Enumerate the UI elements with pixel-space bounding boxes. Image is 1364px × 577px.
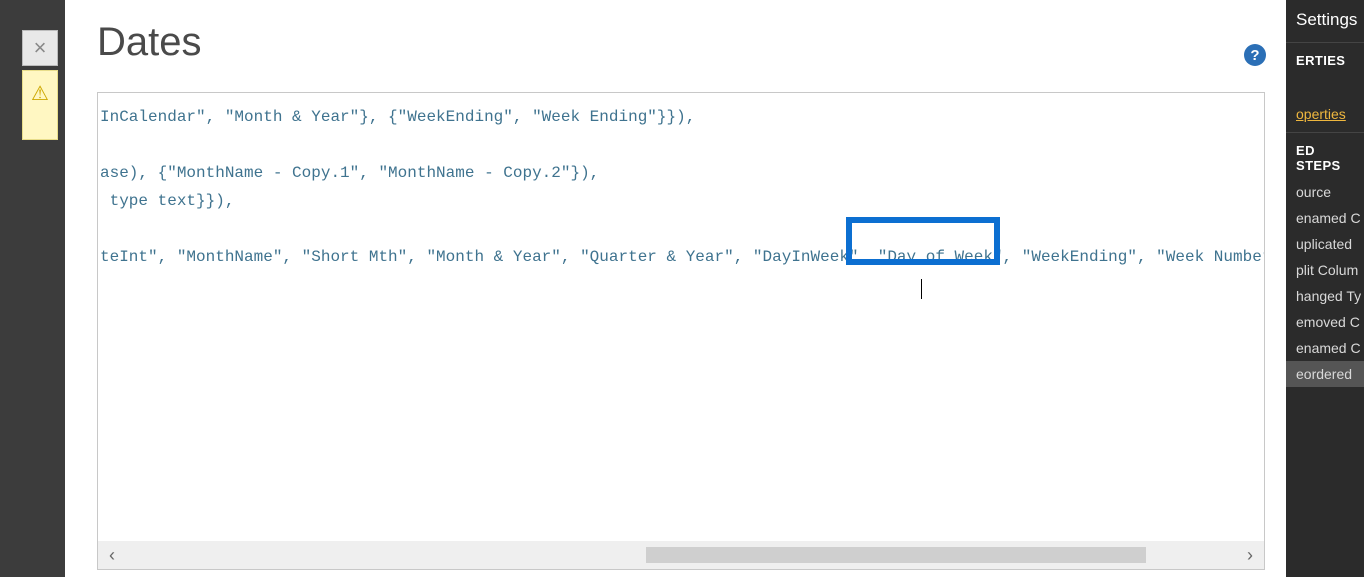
warning-icon: ⚠	[31, 81, 49, 106]
properties-heading: ERTIES	[1286, 43, 1364, 74]
advanced-editor[interactable]: InCalendar", "Month & Year"}, {"WeekEndi…	[98, 93, 1264, 541]
all-properties-link[interactable]: operties	[1286, 100, 1364, 132]
scroll-right-arrow-icon[interactable]: ›	[1236, 541, 1264, 569]
applied-step[interactable]: ource	[1286, 179, 1364, 205]
scroll-track[interactable]	[126, 547, 1236, 563]
advanced-editor-frame: InCalendar", "Month & Year"}, {"WeekEndi…	[97, 92, 1265, 570]
applied-step[interactable]: uplicated	[1286, 231, 1364, 257]
left-rail: × ⚠	[0, 0, 65, 577]
close-icon: ×	[34, 37, 47, 59]
applied-step[interactable]: hanged Ty	[1286, 283, 1364, 309]
code-line: InCalendar", "Month & Year"}, {"WeekEndi…	[100, 108, 695, 126]
main-area: Dates ? InCalendar", "Month & Year"}, {"…	[65, 0, 1286, 577]
applied-step[interactable]: emoved C	[1286, 309, 1364, 335]
help-icon[interactable]: ?	[1244, 44, 1266, 66]
code-line: ase), {"MonthName - Copy.1", "MonthName …	[100, 164, 599, 182]
applied-steps-heading: ED STEPS	[1286, 133, 1364, 179]
properties-name	[1286, 74, 1364, 100]
applied-step[interactable]: enamed C	[1286, 205, 1364, 231]
scroll-thumb[interactable]	[646, 547, 1146, 563]
close-button[interactable]: ×	[22, 30, 58, 66]
code-content: InCalendar", "Month & Year"}, {"WeekEndi…	[98, 93, 1264, 281]
code-line: teInt", "MonthName", "Short Mth", "Month…	[100, 248, 1264, 266]
scroll-left-arrow-icon[interactable]: ‹	[98, 541, 126, 569]
applied-step[interactable]: eordered	[1286, 361, 1364, 387]
horizontal-scrollbar[interactable]: ‹ ›	[98, 541, 1264, 569]
applied-step[interactable]: enamed C	[1286, 335, 1364, 361]
text-cursor	[921, 279, 922, 299]
warning-tile[interactable]: ⚠	[22, 70, 58, 140]
applied-step[interactable]: plit Colum	[1286, 257, 1364, 283]
code-line: type text}}),	[100, 192, 234, 210]
page-title: Dates	[97, 20, 202, 65]
right-panel: Settings ERTIES operties ED STEPS ource …	[1286, 0, 1364, 577]
panel-title: Settings	[1286, 0, 1364, 42]
